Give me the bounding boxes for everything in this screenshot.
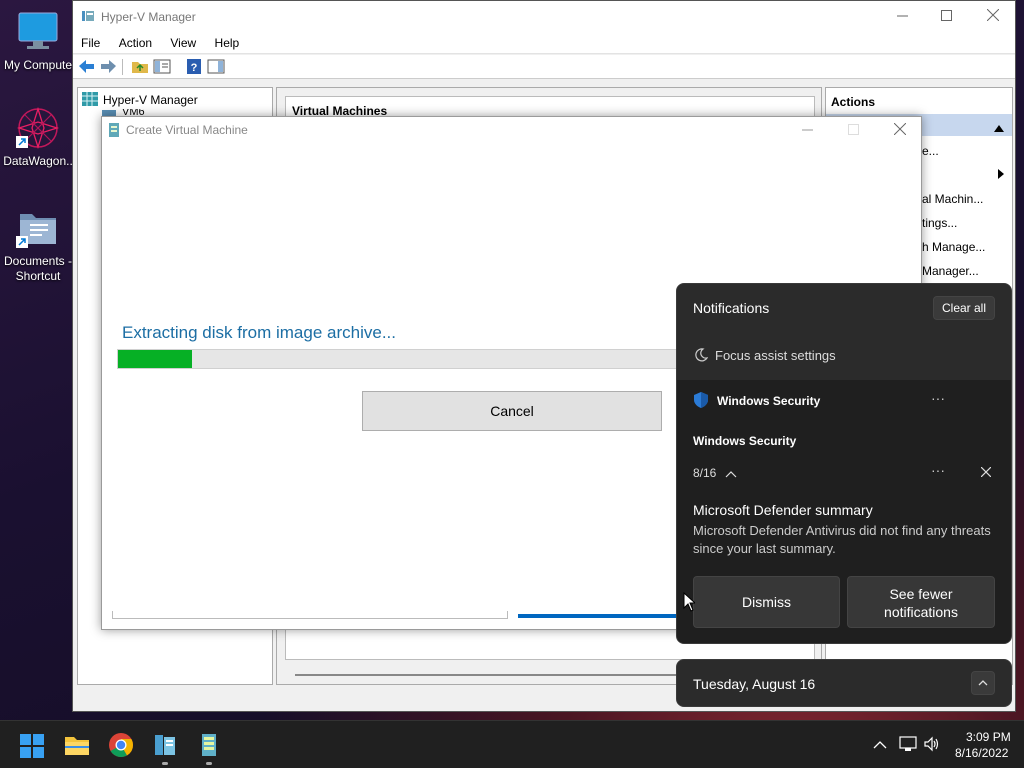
menu-bar: File Action View Help <box>73 32 1015 54</box>
dialog-minimize-button[interactable] <box>802 122 814 136</box>
documents-folder-icon <box>16 206 60 250</box>
toast-close-icon[interactable] <box>980 466 992 480</box>
see-fewer-label: See fewer notifications <box>884 586 958 620</box>
menu-file[interactable]: File <box>73 32 107 50</box>
progress-fill <box>118 350 193 368</box>
submenu-arrow-icon <box>998 168 1004 182</box>
mouse-cursor-icon <box>683 591 697 615</box>
calendar-expand-button[interactable] <box>971 671 995 695</box>
hyperv-manager-taskbar-icon[interactable] <box>151 731 179 759</box>
clock-date[interactable]: 8/16/2022 <box>955 746 1008 760</box>
desktop-icon-label: My Compute <box>3 58 73 72</box>
calendar-date: Tuesday, August 16 <box>693 676 816 692</box>
actions-item[interactable]: e... <box>922 144 939 158</box>
actions-item[interactable]: tings... <box>922 216 957 230</box>
close-button[interactable] <box>986 8 1000 22</box>
actions-item[interactable]: al Machin... <box>922 192 983 206</box>
show-hide-tree-icon[interactable] <box>153 58 171 75</box>
desktop-icon-label: Documents - Shortcut <box>3 254 73 283</box>
monitor-icon <box>16 10 60 54</box>
chrome-icon[interactable] <box>107 731 135 759</box>
menu-help[interactable]: Help <box>207 32 247 50</box>
status-text: Extracting disk from image archive... <box>122 323 396 342</box>
app-more-options-button[interactable]: ··· <box>931 390 945 406</box>
see-fewer-button[interactable]: See fewer notifications <box>847 576 995 628</box>
cancel-button-label: Cancel <box>490 403 534 419</box>
desktop-icon-label: DataWagon.. <box>3 154 73 168</box>
maximize-button[interactable] <box>941 10 952 21</box>
actions-title: Actions <box>831 95 876 109</box>
dialog-close-button[interactable] <box>893 122 907 136</box>
actions-item[interactable]: Manager... <box>922 264 979 278</box>
shield-icon <box>694 392 708 408</box>
running-indicator <box>206 762 212 765</box>
toast-title: Microsoft Defender summary <box>693 502 873 518</box>
moon-icon <box>694 348 709 362</box>
running-indicator <box>162 762 168 765</box>
chevron-up-icon[interactable] <box>725 467 737 481</box>
actions-item[interactable]: h Manage... <box>922 240 985 254</box>
show-action-pane-icon[interactable] <box>207 58 225 75</box>
desktop-icon-my-computer[interactable]: My Compute <box>0 10 76 73</box>
start-windows-icon[interactable] <box>19 733 45 759</box>
app-name: Windows Security <box>717 394 821 408</box>
tree-item-root[interactable]: Hyper-V Manager <box>103 93 198 107</box>
dialog-app-icon <box>108 123 120 137</box>
minimize-button[interactable] <box>897 7 909 23</box>
collapse-triangle-icon[interactable] <box>994 121 1004 135</box>
chevron-up-icon <box>978 680 988 686</box>
title-bar[interactable]: Hyper-V Manager <box>73 1 1015 32</box>
menu-action[interactable]: Action <box>111 32 159 50</box>
dialog-maximize-button[interactable] <box>848 124 859 135</box>
dialog-footer-left <box>112 611 508 619</box>
notifications-header: Notifications <box>693 300 770 316</box>
desktop-icon-datawagon[interactable]: DataWagon.. <box>0 106 76 169</box>
notification-section: Windows Security ··· Windows Security 8/… <box>677 380 1011 643</box>
help-icon[interactable]: ? <box>185 58 203 75</box>
progress-bar <box>117 349 692 369</box>
datawagon-logo-icon <box>16 106 60 150</box>
dismiss-button[interactable]: Dismiss <box>693 576 840 628</box>
dialog-footer-accent <box>518 614 678 618</box>
back-arrow-icon[interactable] <box>78 58 96 75</box>
chevron-up-icon[interactable] <box>873 739 887 753</box>
toast-body: Microsoft Defender Antivirus did not fin… <box>693 523 991 556</box>
hyperv-app-icon <box>81 9 95 23</box>
toolbar: ? <box>73 55 1015 79</box>
calendar-flyout: Tuesday, August 16 <box>676 659 1012 707</box>
network-icon[interactable] <box>899 736 917 755</box>
hyperv-tree-icon <box>82 92 98 106</box>
cancel-button[interactable]: Cancel <box>362 391 662 431</box>
forward-arrow-icon[interactable] <box>99 58 117 75</box>
group-date: 8/16 <box>693 466 717 480</box>
create-vm-taskbar-icon[interactable] <box>195 731 223 759</box>
toast-more-options-button[interactable]: ··· <box>931 462 945 478</box>
up-folder-icon[interactable] <box>131 58 149 75</box>
dismiss-label: Dismiss <box>742 594 791 610</box>
dialog-title: Create Virtual Machine <box>126 123 248 137</box>
clear-all-button[interactable]: Clear all <box>933 296 995 320</box>
taskbar: 3:09 PM 8/16/2022 <box>0 720 1024 768</box>
desktop-icon-documents-shortcut[interactable]: Documents - Shortcut <box>0 206 76 284</box>
window-title: Hyper-V Manager <box>101 10 196 24</box>
clear-all-label: Clear all <box>941 301 986 315</box>
clock-time[interactable]: 3:09 PM <box>966 730 1011 744</box>
svg-text:?: ? <box>191 62 198 74</box>
file-explorer-icon[interactable] <box>63 731 91 759</box>
group-title: Windows Security <box>693 434 797 448</box>
volume-icon[interactable] <box>923 736 941 755</box>
menu-view[interactable]: View <box>162 32 203 50</box>
notification-center: Notifications Clear all Focus assist set… <box>676 283 1012 644</box>
toolbar-divider <box>122 59 123 75</box>
focus-assist-link[interactable]: Focus assist settings <box>715 348 836 363</box>
